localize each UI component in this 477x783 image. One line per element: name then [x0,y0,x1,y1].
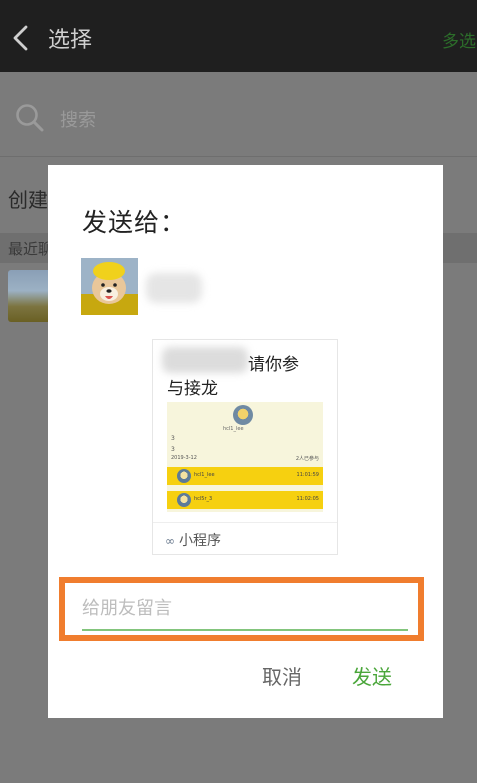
mini-program-icon: ∞ [165,534,175,548]
create-group-item[interactable]: 创建 [8,184,48,213]
preview-avatar-name: hcl1_lee [223,426,244,432]
preview-row: hcl5r_3 11:02:05 [167,491,323,509]
card-title-line2: 与接龙 [167,379,218,399]
recent-section-label: 最近聊 [8,240,54,258]
preview-row-time: 11:01:59 [296,472,319,478]
card-preview-image: hcl1_lee 3 3 2019-3-12 2人已参与 hcl1_lee 11… [167,402,323,512]
preview-count: 2人已参与 [295,456,319,462]
contact-avatar[interactable] [8,270,52,322]
card-footer-label: 小程序 [179,533,221,549]
card-footer: ∞ 小程序 [165,530,221,550]
preview-row: hcl1_lee 11:01:59 [167,467,323,485]
dialog-title: 发送给： [82,208,187,237]
search-icon [16,104,44,132]
send-dialog: 发送给： 请你参 与接龙 hcl1_lee 3 3 2019-3-12 2人已参… [48,165,443,718]
card-title-line1: 请你参 [248,355,299,375]
preview-line-b: 3 [171,446,175,453]
mini-program-card: 请你参 与接龙 hcl1_lee 3 3 2019-3-12 2人已参与 hcl… [152,339,338,555]
send-button[interactable]: 发送 [352,661,392,690]
message-input[interactable] [82,587,408,629]
recipient-name-blurred [146,273,202,303]
top-bar: 选择 多选 [0,0,477,72]
divider [0,156,477,157]
preview-avatar [233,405,253,425]
preview-date: 2019-3-12 [171,455,197,461]
multi-select-button[interactable]: 多选 [442,27,476,52]
back-arrow-icon[interactable] [10,24,34,52]
preview-row-time: 11:02:05 [296,496,319,502]
preview-row-name: hcl1_lee [194,472,215,478]
message-input-underline [82,629,408,631]
preview-row-avatar [177,469,191,483]
preview-row-name: hcl5r_3 [194,496,213,502]
cancel-button[interactable]: 取消 [262,661,302,690]
preview-row-avatar [177,493,191,507]
recipient-avatar [81,258,138,315]
card-title-blurred [162,347,248,373]
search-bar[interactable]: 搜索 [0,92,477,146]
card-divider [153,522,337,523]
preview-line-a: 3 [171,435,175,442]
search-placeholder: 搜索 [60,110,96,131]
page-title: 选择 [48,28,93,53]
